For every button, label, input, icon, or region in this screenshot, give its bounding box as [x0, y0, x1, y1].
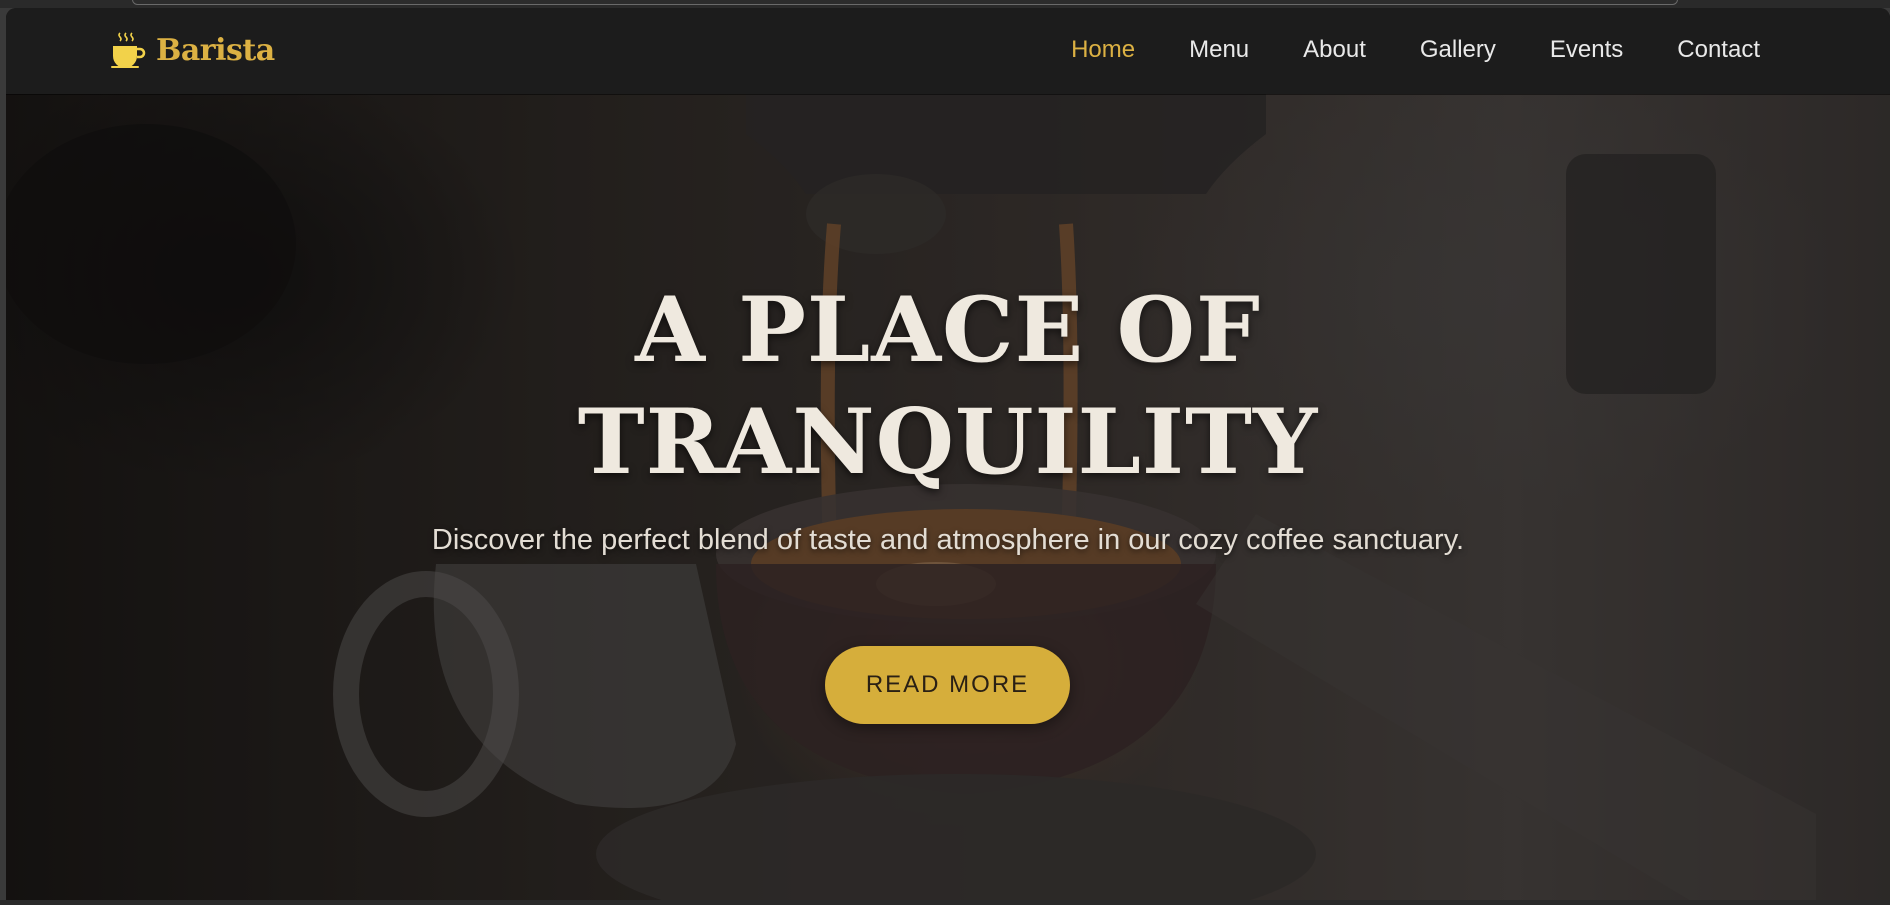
nav-item-about[interactable]: About [1303, 32, 1366, 68]
nav-item-menu[interactable]: Menu [1189, 32, 1249, 68]
nav-item-contact[interactable]: Contact [1677, 32, 1760, 68]
nav-item-events[interactable]: Events [1550, 32, 1623, 68]
navbar: Barista Home Menu About Gallery Events C… [6, 8, 1890, 94]
brand-logo-link[interactable]: Barista [110, 30, 275, 70]
nav-item-gallery[interactable]: Gallery [1420, 32, 1496, 68]
hero-title-line-1: A PLACE OF [635, 277, 1261, 383]
window-bottom-edge [0, 900, 1890, 905]
hero-section: A PLACE OF TRANQUILITY Discover the perf… [6, 94, 1890, 900]
brand-name: Barista [156, 32, 275, 68]
read-more-button[interactable]: READ MORE [825, 646, 1070, 724]
page-frame: Barista Home Menu About Gallery Events C… [6, 8, 1890, 900]
horizontal-scrollbar[interactable] [132, 0, 1678, 5]
hero-title: A PLACE OF TRANQUILITY [6, 274, 1890, 498]
coffee-cup-icon [111, 32, 146, 68]
main-nav: Home Menu About Gallery Events Contact [1071, 32, 1760, 68]
hero-title-line-2: TRANQUILITY [577, 389, 1319, 495]
window-top-strip [0, 0, 1890, 8]
hero-subtitle: Discover the perfect blend of taste and … [431, 524, 1465, 556]
nav-item-home[interactable]: Home [1071, 32, 1135, 68]
